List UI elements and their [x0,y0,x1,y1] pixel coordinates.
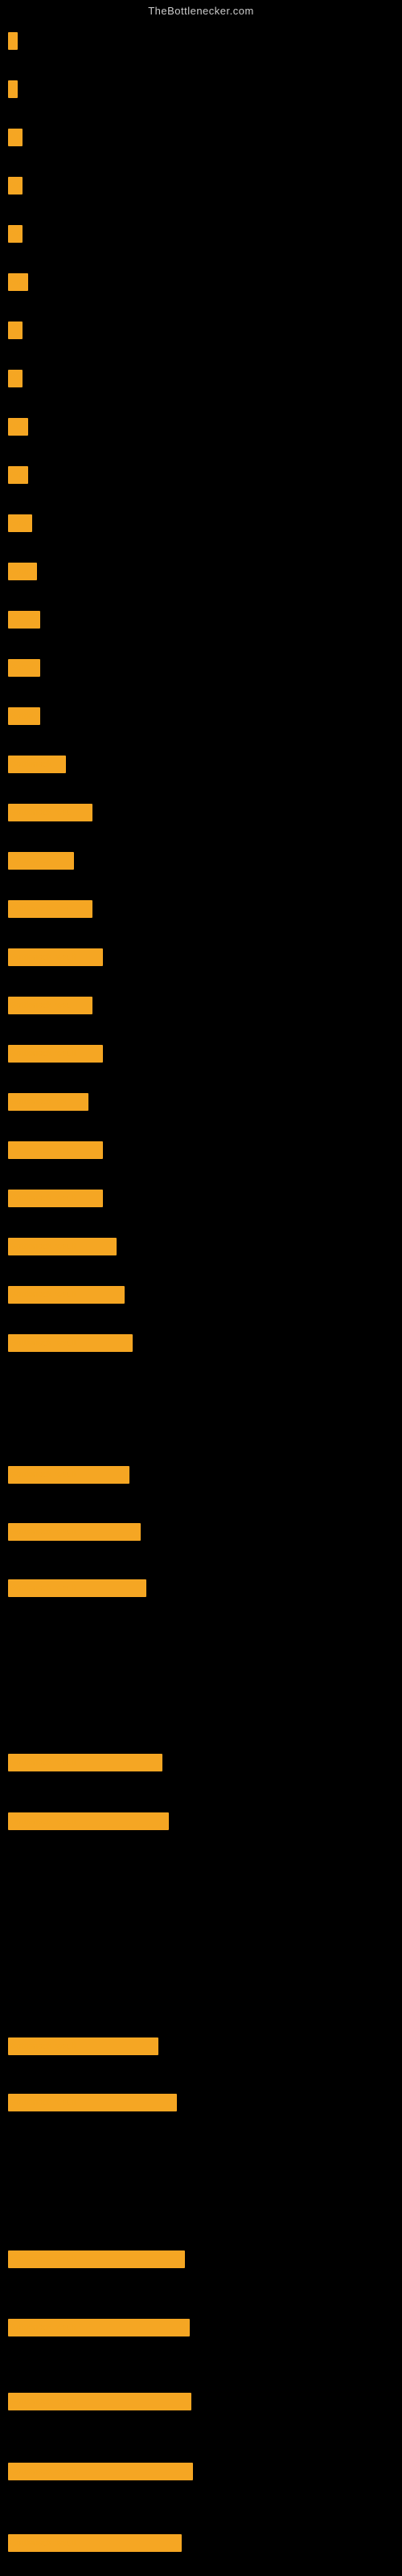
bar-label-31: Bottleneck result [8,1579,146,1597]
bar-row-11: Bott [8,514,32,532]
bar-label-26: Bottleneck result [8,1238,117,1255]
bar-label-32: Bottleneck result [8,1754,162,1771]
bar-label-15: Bottle [8,707,40,725]
bar-row-23: Bottleneck res [8,1093,88,1111]
bar-row-8: Bo [8,370,23,387]
bar-row-17: Bottleneck resu [8,804,92,821]
bar-row-16: Bottleneck [8,756,66,773]
bar-row-38: Bottleneck result [8,2393,191,2410]
bar-label-34: Bottleneck result [8,2037,158,2055]
bar-label-22: Bottleneck result [8,1045,103,1063]
bar-row-19: Bottleneck resu [8,900,92,918]
bar-row-22: Bottleneck result [8,1045,103,1063]
bar-row-33: Bottleneck result [8,1812,169,1830]
bar-label-19: Bottleneck resu [8,900,92,918]
bar-row-34: Bottleneck result [8,2037,158,2055]
bar-row-14: Bottle [8,659,40,677]
bar-row-26: Bottleneck result [8,1238,117,1255]
bar-row-24: Bottleneck result [8,1141,103,1159]
bar-row-27: Bottleneck result [8,1286,125,1304]
bar-label-13: Bottle [8,611,40,629]
bar-label-24: Bottleneck result [8,1141,103,1159]
bar-row-13: Bottle [8,611,40,629]
bar-row-18: Bottleneck r [8,852,74,870]
bar-label-3: Bo [8,129,23,146]
bar-row-21: Bottleneck resu [8,997,92,1014]
bar-row-1: B [8,32,18,50]
bar-label-14: Bottle [8,659,40,677]
bar-row-30: Bottleneck result [8,1523,141,1541]
bar-row-25: Bottleneck result [8,1190,103,1207]
bar-label-4: Bo [8,177,23,195]
bar-label-38: Bottleneck result [8,2393,191,2410]
bar-label-33: Bottleneck result [8,1812,169,1830]
bar-label-35: Bottleneck result [8,2094,177,2111]
bar-label-16: Bottleneck [8,756,66,773]
bar-label-7: Bo [8,321,23,339]
bar-row-35: Bottleneck result [8,2094,177,2111]
bar-label-28: Bottleneck result [8,1334,133,1352]
bar-label-25: Bottleneck result [8,1190,103,1207]
bar-row-28: Bottleneck result [8,1334,133,1352]
bar-label-12: Bottl [8,563,37,580]
bar-label-36: Bottleneck result [8,2250,185,2268]
bar-label-1: B [8,32,18,50]
bar-label-40: Bottleneck result [8,2534,182,2552]
bar-row-37: Bottleneck result [8,2319,190,2336]
bar-label-30: Bottleneck result [8,1523,141,1541]
bars-container: B B Bo Bo Bo Bot Bo Bo Bot Bot Bott Bottl Bottle Bott… [0,20,402,2576]
bar-label-29: Bottleneck result [8,1466,129,1484]
bar-label-11: Bott [8,514,32,532]
bar-label-5: Bo [8,225,23,243]
bar-row-36: Bottleneck result [8,2250,185,2268]
bar-row-2: B [8,80,18,98]
bar-row-9: Bot [8,418,28,436]
bar-row-10: Bot [8,466,28,484]
bar-row-31: Bottleneck result [8,1579,146,1597]
bar-label-17: Bottleneck resu [8,804,92,821]
bar-row-7: Bo [8,321,23,339]
bar-label-10: Bot [8,466,28,484]
bar-label-23: Bottleneck res [8,1093,88,1111]
bar-label-18: Bottleneck r [8,852,74,870]
site-title: TheBottlenecker.com [0,0,402,20]
bar-label-2: B [8,80,18,98]
bar-label-21: Bottleneck resu [8,997,92,1014]
bar-row-40: Bottleneck result [8,2534,182,2552]
bar-label-8: Bo [8,370,23,387]
bar-label-20: Bottleneck result [8,948,103,966]
bar-row-6: Bot [8,273,28,291]
bar-label-39: Bottleneck result [8,2463,193,2480]
bar-row-5: Bo [8,225,23,243]
bar-row-15: Bottle [8,707,40,725]
bar-label-27: Bottleneck result [8,1286,125,1304]
bar-row-39: Bottleneck result [8,2463,193,2480]
bar-label-9: Bot [8,418,28,436]
bar-row-29: Bottleneck result [8,1466,129,1484]
bar-row-4: Bo [8,177,23,195]
bar-row-20: Bottleneck result [8,948,103,966]
bar-row-32: Bottleneck result [8,1754,162,1771]
bar-label-6: Bot [8,273,28,291]
bar-row-3: Bo [8,129,23,146]
bar-label-37: Bottleneck result [8,2319,190,2336]
bar-row-12: Bottl [8,563,37,580]
